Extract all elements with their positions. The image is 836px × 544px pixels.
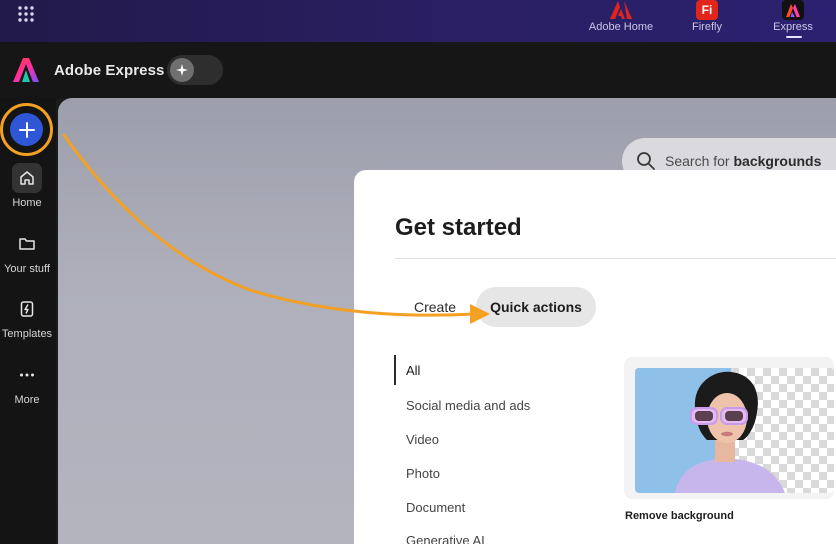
- sidebar-item-more[interactable]: More: [0, 360, 54, 406]
- templates-icon: [12, 294, 42, 324]
- category-all[interactable]: All: [406, 363, 420, 378]
- plus-icon: [18, 121, 35, 138]
- get-started-dialog: Get started Create Quick actions All Soc…: [354, 170, 836, 544]
- divider: [395, 258, 836, 259]
- app-label: Express: [773, 21, 813, 33]
- category-video[interactable]: Video: [406, 432, 439, 447]
- app-header: Adobe Express: [0, 42, 836, 98]
- app-label: Firefly: [692, 21, 722, 33]
- adobe-express-window: Adobe Home Fi Firefly Express Adobe Expr…: [0, 0, 836, 544]
- folder-icon: [12, 229, 42, 259]
- search-icon: [637, 152, 655, 170]
- sidebar-item-label: More: [14, 394, 40, 406]
- app-label: Adobe Home: [588, 21, 654, 33]
- app-grid-icon[interactable]: [17, 5, 35, 23]
- app-adobe-home[interactable]: Adobe Home: [586, 0, 656, 42]
- sparkle-icon: [170, 58, 194, 82]
- category-document[interactable]: Document: [406, 500, 465, 515]
- theme-toggle[interactable]: [167, 55, 223, 85]
- adobe-express-logo-icon[interactable]: [13, 58, 39, 82]
- sidebar-item-label: Your stuff: [4, 263, 50, 275]
- sidebar-item-your-stuff[interactable]: Your stuff: [0, 229, 54, 275]
- category-selected-indicator: [394, 355, 396, 385]
- sidebar-item-label: Home: [12, 197, 42, 209]
- remove-background-thumbnail: [635, 368, 834, 493]
- dialog-title: Get started: [395, 214, 522, 241]
- create-button[interactable]: [10, 113, 43, 146]
- sidebar-item-home[interactable]: Home: [0, 163, 54, 209]
- firefly-icon: Fi: [694, 0, 720, 20]
- app-firefly[interactable]: Fi Firefly: [684, 0, 730, 42]
- tab-create[interactable]: Create: [400, 287, 470, 327]
- firefly-badge: Fi: [701, 3, 713, 17]
- search-placeholder: Search for backgrounds: [665, 153, 822, 169]
- express-icon: [780, 0, 806, 20]
- more-icon: [12, 360, 42, 390]
- home-icon: [12, 163, 42, 193]
- category-photo[interactable]: Photo: [406, 466, 440, 481]
- sidebar-item-templates[interactable]: Templates: [0, 294, 54, 340]
- app-switcher-bar: Adobe Home Fi Firefly Express: [0, 0, 836, 42]
- brand-name: Adobe Express: [54, 62, 165, 79]
- adobe-icon: [608, 0, 634, 20]
- sidebar-item-label: Templates: [1, 328, 53, 340]
- card-label: Remove background: [625, 510, 734, 522]
- tab-quick-actions[interactable]: Quick actions: [476, 287, 596, 327]
- active-app-indicator: [786, 36, 802, 38]
- category-generative-ai[interactable]: Generative AI: [406, 533, 485, 544]
- remove-background-card[interactable]: [624, 357, 834, 499]
- category-social-media-and-ads[interactable]: Social media and ads: [406, 398, 530, 413]
